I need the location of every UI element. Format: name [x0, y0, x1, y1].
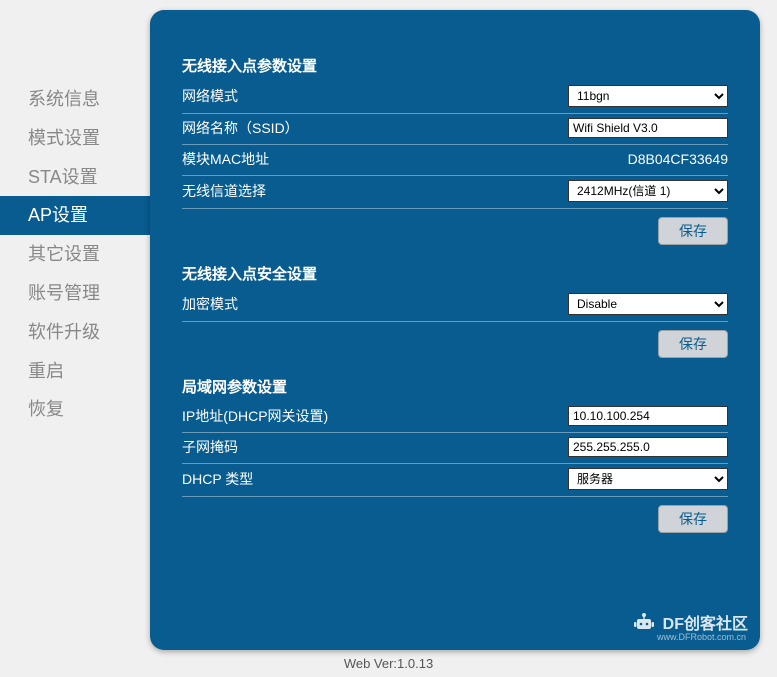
sidebar-item-system-info[interactable]: 系统信息: [0, 80, 150, 119]
section-title-security: 无线接入点安全设置: [182, 263, 728, 284]
section-title-lan: 局域网参数设置: [182, 376, 728, 397]
label-channel: 无线信道选择: [182, 181, 266, 201]
label-ip: IP地址(DHCP网关设置): [182, 406, 328, 426]
sidebar-item-mode-settings[interactable]: 模式设置: [0, 119, 150, 158]
label-dhcp-type: DHCP 类型: [182, 469, 253, 489]
watermark-text: DF创客社区: [663, 610, 748, 634]
sidebar-item-restore[interactable]: 恢复: [0, 390, 150, 429]
label-subnet-mask: 子网掩码: [182, 437, 238, 457]
sidebar-item-account-management[interactable]: 账号管理: [0, 274, 150, 313]
sidebar-item-software-upgrade[interactable]: 软件升级: [0, 313, 150, 352]
value-mac: D8B04CF33649: [628, 151, 728, 167]
watermark-url: www.DFRobot.com.cn: [657, 632, 746, 642]
sidebar: 系统信息 模式设置 STA设置 AP设置 其它设置 账号管理 软件升级 重启 恢…: [0, 10, 150, 650]
input-subnet-mask[interactable]: [568, 437, 728, 457]
watermark: DF创客社区 www.DFRobot.com.cn: [631, 610, 748, 634]
select-encryption[interactable]: Disable: [568, 293, 728, 315]
label-network-mode: 网络模式: [182, 86, 238, 106]
select-channel[interactable]: 2412MHz(信道 1): [568, 180, 728, 202]
sidebar-item-other-settings[interactable]: 其它设置: [0, 235, 150, 274]
main-panel: 无线接入点参数设置 网络模式 11bgn 网络名称（SSID） 模块MAC地址 …: [150, 10, 760, 650]
input-ssid[interactable]: [568, 118, 728, 138]
save-button-wireless[interactable]: 保存: [658, 217, 728, 245]
sidebar-item-ap-settings[interactable]: AP设置: [0, 196, 150, 235]
robot-icon: [631, 611, 657, 633]
sidebar-item-restart[interactable]: 重启: [0, 352, 150, 391]
select-dhcp-type[interactable]: 服务器: [568, 468, 728, 490]
sidebar-item-sta-settings[interactable]: STA设置: [0, 158, 150, 197]
label-mac: 模块MAC地址: [182, 149, 269, 169]
save-button-security[interactable]: 保存: [658, 330, 728, 358]
label-ssid: 网络名称（SSID）: [182, 118, 299, 138]
input-ip[interactable]: [568, 406, 728, 426]
label-encryption: 加密模式: [182, 294, 238, 314]
section-title-wireless: 无线接入点参数设置: [182, 55, 728, 76]
footer-version: Web Ver:1.0.13: [0, 656, 777, 671]
select-network-mode[interactable]: 11bgn: [568, 85, 728, 107]
save-button-lan[interactable]: 保存: [658, 505, 728, 533]
